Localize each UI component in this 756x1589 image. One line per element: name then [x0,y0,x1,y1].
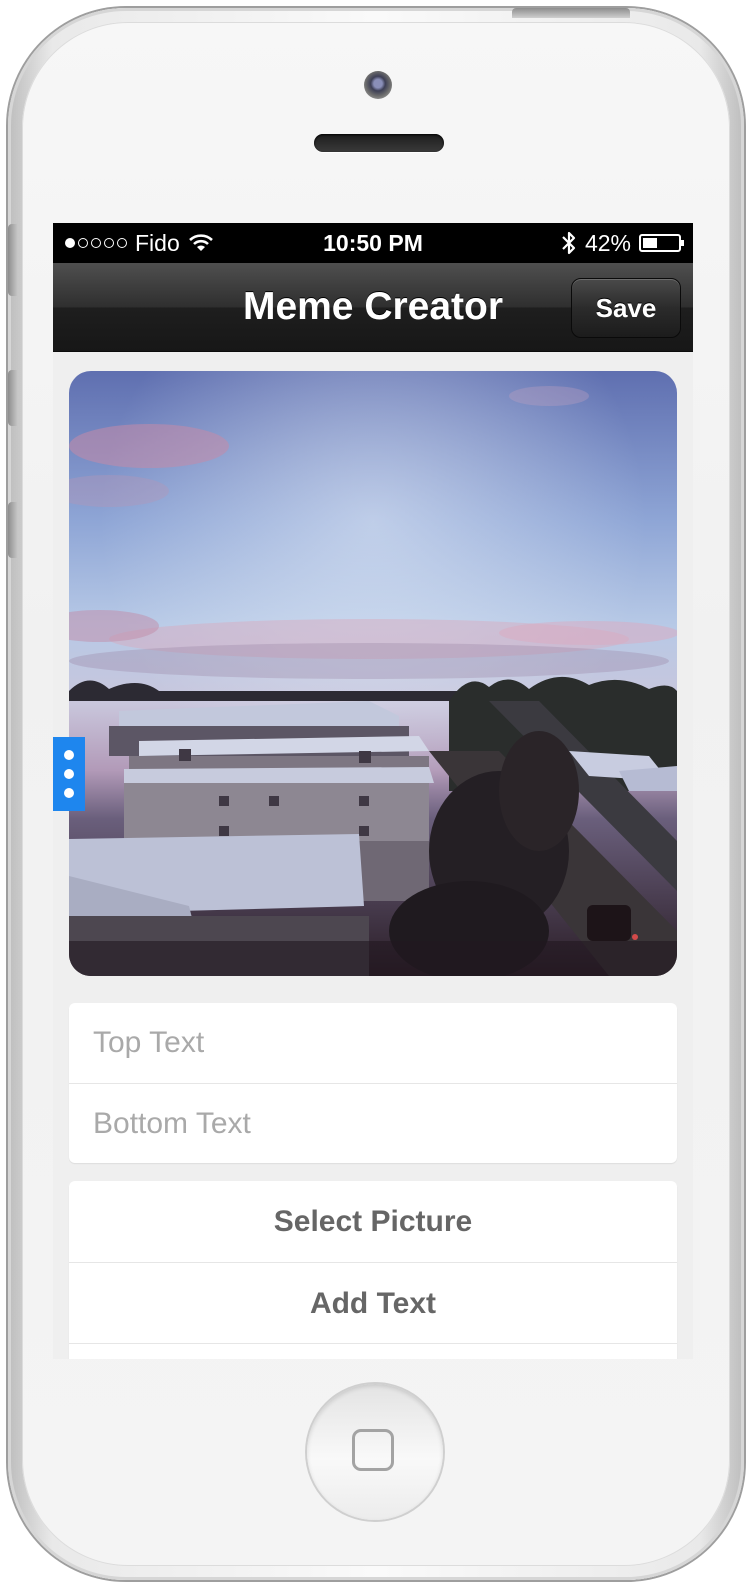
earpiece-speaker [314,134,444,152]
sleep-button [512,8,630,18]
battery-percent: 42% [584,230,631,256]
meme-image[interactable] [69,371,677,976]
bottom-text-row [69,1083,677,1163]
meme-photo [69,371,677,976]
home-square-icon [352,1429,394,1471]
front-camera [364,71,392,99]
save-button[interactable]: Save [571,278,681,338]
status-bar: Fido 10:50 PM 42% [53,223,693,263]
action-group: Select Picture Add Text [69,1181,677,1359]
volume-up-button [8,370,18,426]
app-screen: Fido 10:50 PM 42% Meme Creator Save Top … [53,223,693,1359]
home-button[interactable] [307,1384,443,1520]
text-input-group [69,1003,677,1163]
status-right: 42% [561,223,684,263]
side-drawer-handle[interactable] [53,737,85,811]
add-text-button[interactable]: Add Text [69,1262,677,1343]
battery-icon [639,234,684,252]
navigation-bar: Meme Creator Save [53,263,693,352]
top-text-input[interactable] [69,1003,677,1083]
top-text-row [69,1003,677,1083]
volume-down-button [8,502,18,558]
bottom-text-input[interactable] [69,1084,677,1163]
mute-switch [8,224,18,296]
next-action-button[interactable] [69,1343,677,1359]
bluetooth-icon [562,231,576,255]
select-picture-button[interactable]: Select Picture [69,1181,677,1262]
